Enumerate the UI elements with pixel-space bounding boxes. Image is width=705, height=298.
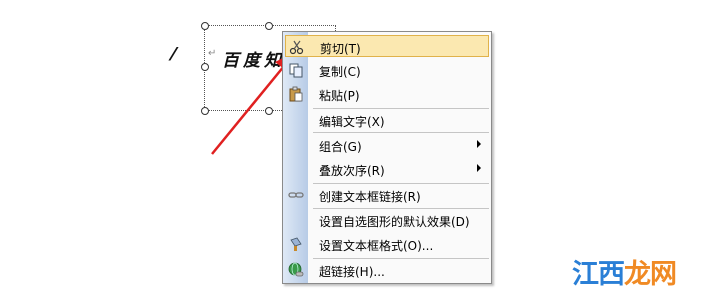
menu-item-label: 粘贴(P)	[319, 89, 360, 103]
chain-link-icon	[288, 192, 304, 198]
paste-icon	[289, 86, 303, 102]
context-menu: 剪切(T) 复制(C) 粘贴(P) 编辑文字(X) 组合(G) 叠放次序(R)	[282, 31, 492, 284]
menu-item-copy[interactable]: 复制(C)	[285, 59, 489, 81]
menu-item-label: 设置自选图形的默认效果(D)	[319, 215, 470, 229]
menu-item-label: 叠放次序(R)	[319, 164, 385, 178]
menu-item-label: 剪切(T)	[320, 42, 361, 56]
menu-item-paste[interactable]: 粘贴(P)	[285, 83, 489, 105]
watermark-part1: 江西	[572, 259, 625, 290]
menu-item-hyperlink[interactable]: 超链接(H)...	[285, 259, 489, 281]
menu-item-default-effect[interactable]: 设置自选图形的默认效果(D)	[285, 209, 489, 231]
submenu-arrow-icon	[477, 140, 481, 148]
menu-item-order[interactable]: 叠放次序(R)	[285, 158, 489, 180]
menu-item-label: 设置文本框格式(O)...	[319, 239, 434, 253]
menu-item-edit-text[interactable]: 编辑文字(X)	[285, 109, 489, 131]
menu-item-label: 编辑文字(X)	[319, 115, 385, 129]
menu-item-create-link[interactable]: 创建文本框链接(R)	[285, 184, 489, 206]
menu-item-group[interactable]: 组合(G)	[285, 134, 489, 156]
watermark-part2: 龙网	[624, 259, 677, 290]
globe-link-icon	[288, 262, 304, 277]
submenu-arrow-icon	[477, 164, 481, 172]
menu-item-label: 超链接(H)...	[319, 265, 385, 279]
copy-icon	[289, 63, 303, 78]
menu-item-format-textbox[interactable]: 设置文本框格式(O)...	[285, 233, 489, 255]
format-brush-icon	[290, 237, 302, 251]
menu-item-label: 组合(G)	[319, 140, 362, 154]
menu-item-label: 复制(C)	[319, 65, 361, 79]
menu-item-label: 创建文本框链接(R)	[319, 190, 421, 204]
scissors-icon	[289, 40, 304, 55]
watermark: 江西龙网	[572, 252, 677, 291]
menu-separator	[313, 132, 489, 133]
menu-item-cut[interactable]: 剪切(T)	[285, 35, 489, 57]
